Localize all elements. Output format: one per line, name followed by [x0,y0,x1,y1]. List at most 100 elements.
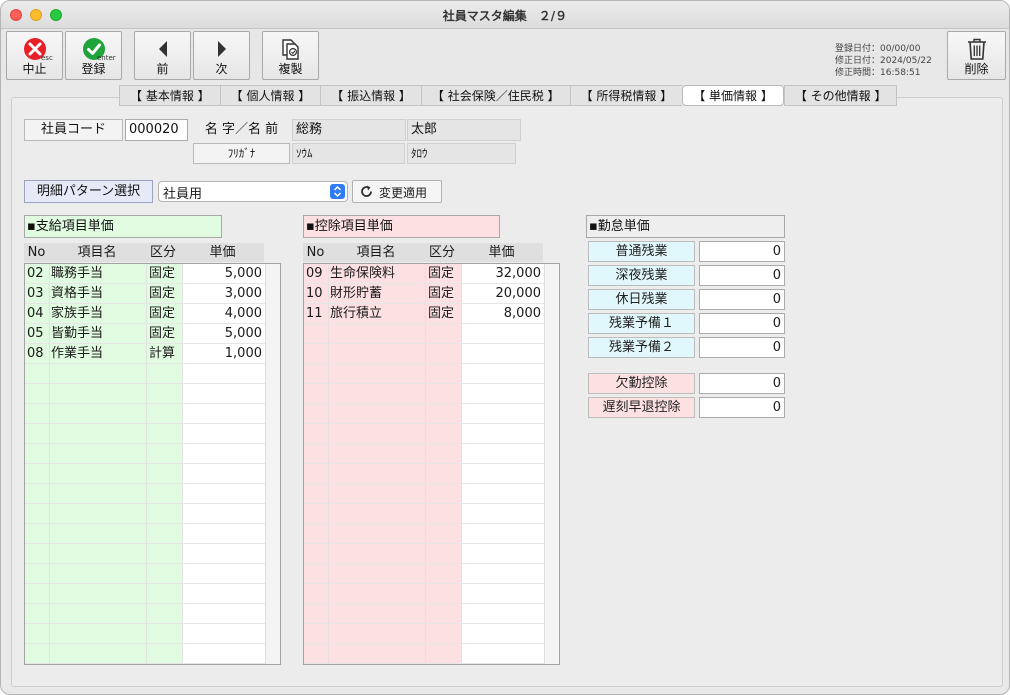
app-window: 社員マスタ編集 ２/９ esc 中止 enter 登録 前 次 複製 登録日付：… [0,0,1010,695]
payment-table-row[interactable] [25,524,266,544]
overtime-holiday-input[interactable]: 0 [699,289,785,310]
next-button[interactable]: 次 [193,31,250,80]
payment-table-row[interactable]: 08 作業手当 計算 1,000 [25,344,266,364]
deduction-table-row[interactable] [304,324,545,344]
deduction-table-row[interactable]: 11 旅行積立 固定 8,000 [304,304,545,324]
payment-cell-price: 5,000 [224,326,262,341]
payment-table-row[interactable] [25,624,266,644]
delete-button[interactable]: 削除 [947,31,1006,80]
deduction-table-row[interactable] [304,504,545,524]
payment-table-row[interactable] [25,544,266,564]
tab-insurance-tax[interactable]: 【 社会保険／住民税 】 [420,85,570,106]
payment-cell-item: 資格手当 [51,286,104,301]
deduction-table-row[interactable] [304,464,545,484]
payment-header-item: 項目名 [49,243,145,262]
overtime-reserve2-input[interactable]: 0 [699,337,785,358]
payment-table-row[interactable]: 02 職務手当 固定 5,000 [25,264,266,284]
deduction-table-row[interactable] [304,584,545,604]
tab-bar: 【 基本情報 】 【 個人情報 】 【 振込情報 】 【 社会保険／住民税 】 … [119,85,898,106]
payment-table-row[interactable] [25,364,266,384]
deduction-table-row[interactable] [304,424,545,444]
payment-table-row[interactable] [25,604,266,624]
pattern-dropdown[interactable]: 社員用 [158,181,348,202]
late-early-deduction-input[interactable]: 0 [699,397,785,418]
deduction-table-row[interactable] [304,384,545,404]
register-label: 登録 [81,62,106,76]
overtime-normal-input[interactable]: 0 [699,241,785,262]
deduction-table-row[interactable] [304,624,545,644]
chevron-updown-icon [330,184,345,199]
payment-table-row[interactable] [25,444,266,464]
payment-section-title: ▪支給項目単価 [24,215,222,238]
payment-table-row[interactable]: 03 資格手当 固定 3,000 [25,284,266,304]
copy-button[interactable]: 複製 [262,31,319,80]
overtime-night-input[interactable]: 0 [699,265,785,286]
payment-table-row[interactable] [25,424,266,444]
payment-cell-item: 作業手当 [51,346,104,361]
deduction-cell-item: 旅行積立 [330,306,383,321]
tab-unit-price[interactable]: 【 単価情報 】 [682,85,784,106]
overtime-reserve2-label: 残業予備２ [588,337,695,358]
tab-personal-info[interactable]: 【 個人情報 】 [219,85,321,106]
deduction-table-row[interactable] [304,524,545,544]
deduction-table[interactable]: 09 生命保険料 固定 32,000 10 財形貯蓄 固定 20,000 11 旅行積立 固定 8,0… [303,263,560,665]
late-early-deduction-label: 遅刻早退控除 [588,397,695,418]
apply-change-button[interactable]: 変更適用 [352,180,442,203]
payment-table-row[interactable]: 05 皆勤手当 固定 5,000 [25,324,266,344]
overtime-holiday-label: 休日残業 [588,289,695,310]
tab-basic-info[interactable]: 【 基本情報 】 [119,85,220,106]
prev-label: 前 [156,62,169,76]
payment-table-row[interactable]: 04 家族手当 固定 4,000 [25,304,266,324]
deduction-header-type: 区分 [424,243,460,262]
deduction-table-row[interactable] [304,484,545,504]
pattern-dropdown-value: 社員用 [163,187,203,202]
payment-table-row[interactable] [25,404,266,424]
tab-other-info[interactable]: 【 その他情報 】 [783,85,898,106]
deduction-table-row[interactable] [304,444,545,464]
payment-cell-type: 固定 [149,326,176,341]
deduction-table-row[interactable] [304,344,545,364]
prev-button[interactable]: 前 [134,31,191,80]
payment-table-row[interactable] [25,644,266,664]
last-name-field[interactable]: 総務 [292,119,406,141]
payment-scrollbar[interactable] [265,264,280,664]
deduction-table-row[interactable] [304,544,545,564]
payment-table-row[interactable] [25,564,266,584]
payment-table-row[interactable] [25,584,266,604]
payment-header-no: No [24,243,49,262]
payment-cell-price: 4,000 [224,306,262,321]
absence-deduction-input[interactable]: 0 [699,373,785,394]
overtime-reserve1-input[interactable]: 0 [699,313,785,334]
payment-cell-price: 1,000 [224,346,262,361]
register-button[interactable]: enter 登録 [65,31,122,80]
employee-code-field[interactable]: 000020 [125,119,188,141]
last-kana-field[interactable]: ｿｳﾑ [292,143,405,164]
payment-table-row[interactable] [25,504,266,524]
payment-header-type: 区分 [145,243,181,262]
deduction-table-row[interactable]: 10 財形貯蓄 固定 20,000 [304,284,545,304]
deduction-table-row[interactable] [304,604,545,624]
deduction-table-row[interactable] [304,564,545,584]
first-name-field[interactable]: 太郎 [407,119,521,141]
deduction-scrollbar[interactable] [544,264,559,664]
deduction-table-row[interactable] [304,364,545,384]
cancel-button[interactable]: esc 中止 [6,31,63,80]
payment-table-row[interactable] [25,484,266,504]
tab-transfer-info[interactable]: 【 振込情報 】 [320,85,421,106]
absence-deduction-label: 欠勤控除 [588,373,695,394]
deduction-table-row[interactable] [304,644,545,664]
payment-cell-no: 03 [27,286,44,301]
payment-cell-item: 家族手当 [51,306,104,321]
pattern-select-button[interactable]: 明細パターン選択 [24,180,153,203]
deduction-table-row[interactable] [304,404,545,424]
payment-table[interactable]: 02 職務手当 固定 5,000 03 資格手当 固定 3,000 04 家族手当 固定 4,000 0… [24,263,281,665]
first-kana-field[interactable]: ﾀﾛｳ [407,143,516,164]
deduction-section-title: ▪控除項目単価 [303,215,500,238]
copy-label: 複製 [278,62,303,76]
deduction-header-price: 単価 [460,243,543,262]
tab-income-tax[interactable]: 【 所得税情報 】 [569,85,683,106]
payment-table-row[interactable] [25,384,266,404]
payment-table-row[interactable] [25,464,266,484]
duplicate-icon [263,36,318,62]
deduction-table-row[interactable]: 09 生命保険料 固定 32,000 [304,264,545,284]
